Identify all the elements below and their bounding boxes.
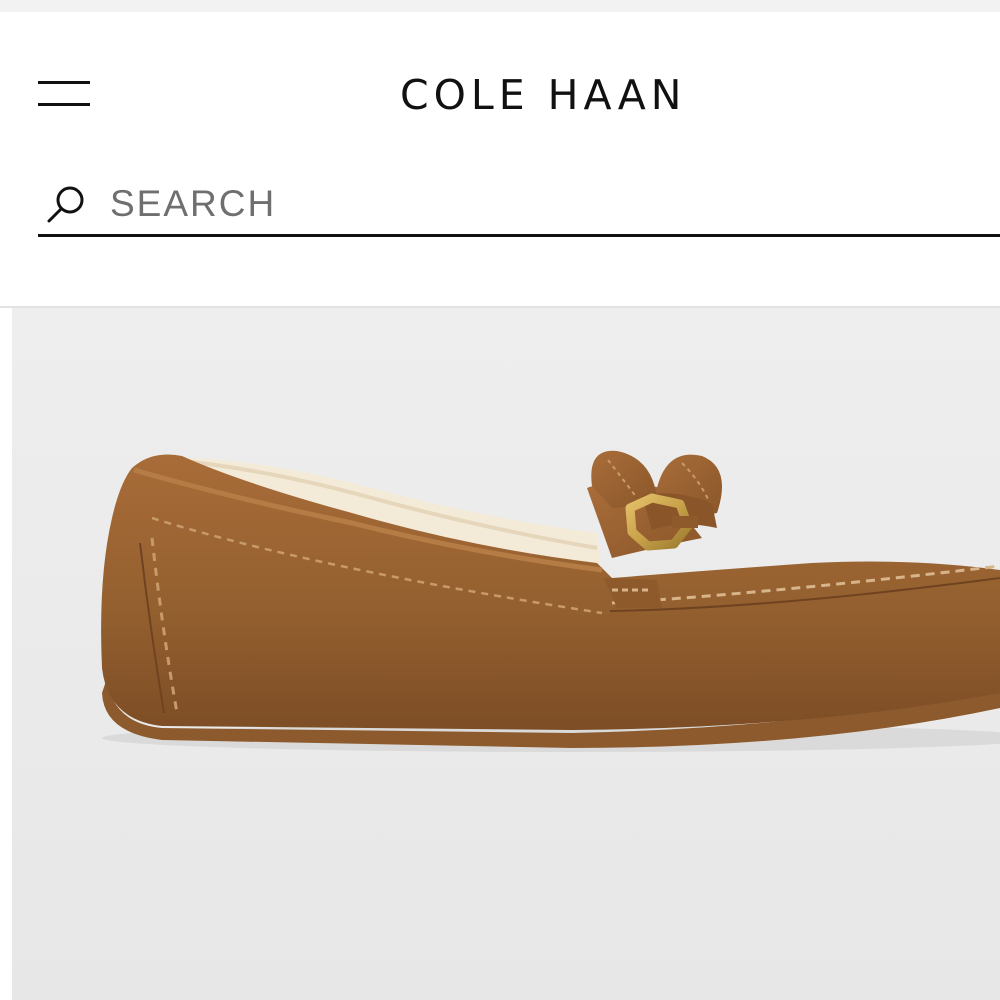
search-bar[interactable] <box>38 174 1000 237</box>
menu-line-bottom <box>38 103 90 106</box>
product-image[interactable] <box>12 308 1000 1000</box>
product-hero <box>12 308 1000 1000</box>
menu-line-top <box>38 81 90 84</box>
hamburger-menu-icon[interactable] <box>38 78 92 114</box>
search-input[interactable] <box>110 182 970 226</box>
brand-logo[interactable]: COLE HAAN <box>400 70 720 120</box>
search-icon[interactable] <box>44 182 88 226</box>
page-gutter <box>0 308 12 1000</box>
site-header: COLE HAAN <box>0 12 1000 308</box>
status-strip <box>0 0 1000 12</box>
